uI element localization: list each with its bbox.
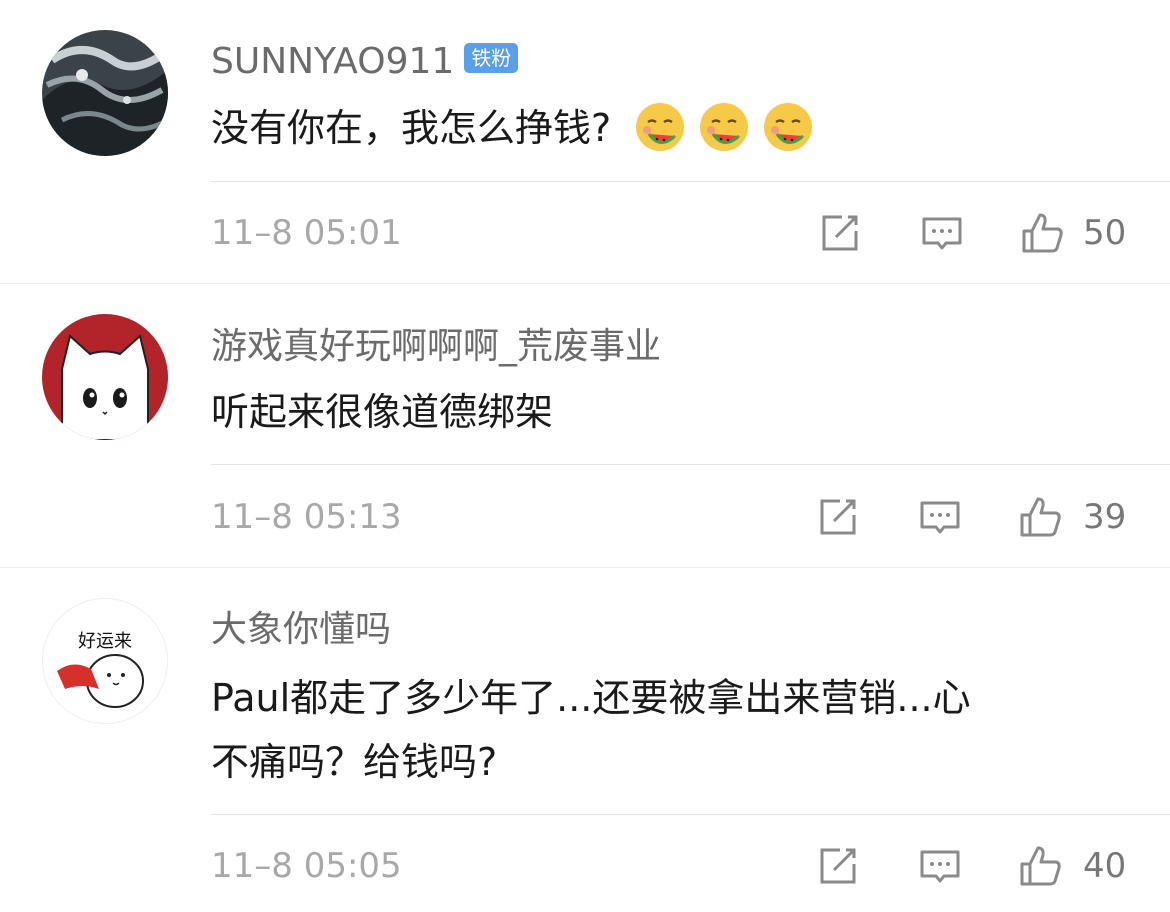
fan-badge: 铁粉 [464,43,519,73]
comment-text: Paul都走了多少年了...还要被拿出来营销...心 不痛吗？给钱吗? [211,666,1120,794]
comment-meta: 11–8 05:13 39 [0,487,1170,547]
avatar[interactable] [42,30,168,156]
comment-icon[interactable] [918,495,962,539]
watermelon-emoji-icon [636,102,685,151]
comment-meta: 11–8 05:05 40 [0,836,1170,896]
like-icon[interactable] [1018,844,1062,888]
like-icon[interactable] [1020,211,1064,255]
repost-icon[interactable] [816,844,860,888]
like-count: 39 [1083,497,1127,537]
comment-separator [0,567,1170,568]
username[interactable]: SUNNYAO911 铁粉 [211,41,519,82]
repost-icon[interactable] [818,211,862,255]
username-text[interactable]: SUNNYAO911 [211,41,454,82]
timestamp: 11–8 05:13 [211,497,402,537]
timestamp: 11–8 05:01 [211,213,402,253]
avatar[interactable] [42,314,168,440]
comment-text-line: Paul都走了多少年了...还要被拿出来营销...心 [211,676,971,720]
comment-text-line: 不痛吗？给钱吗? [211,740,498,784]
username[interactable]: 大象你懂吗 [211,612,391,648]
comment-icon[interactable] [918,844,962,888]
content-divider [211,464,1170,465]
content-divider [211,181,1170,182]
repost-icon[interactable] [816,495,860,539]
like-count: 40 [1083,846,1127,886]
like-icon[interactable] [1018,495,1062,539]
like-count: 50 [1083,213,1127,253]
comment-icon[interactable] [920,211,964,255]
comment-text: 听起来很像道德绑架 [211,390,554,434]
username[interactable]: 游戏真好玩啊啊啊_荒废事业 [211,329,661,365]
comment-separator [0,283,1170,284]
timestamp: 11–8 05:05 [211,846,402,886]
avatar[interactable]: 好运来 [42,598,168,724]
avatar-text: 好运来 [78,631,132,652]
content-divider [211,814,1170,815]
watermelon-emoji-icon [764,102,813,151]
watermelon-emoji-icon [700,102,749,151]
comment-meta: 11–8 05:01 50 [0,203,1170,263]
comment-text: 没有你在，我怎么挣钱? [211,96,1120,160]
comment-text-content: 没有你在，我怎么挣钱? [211,106,612,150]
